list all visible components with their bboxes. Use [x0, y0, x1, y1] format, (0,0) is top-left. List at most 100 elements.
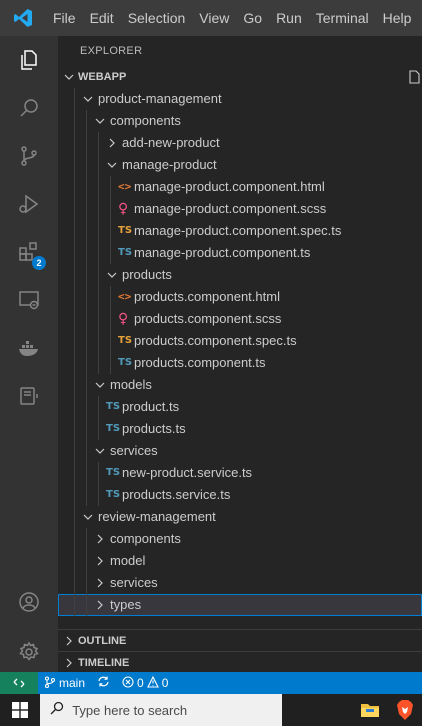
menu-help[interactable]: Help — [376, 0, 419, 36]
chevron-down-icon[interactable] — [92, 440, 108, 462]
menu-terminal[interactable]: Terminal — [309, 0, 376, 36]
taskbar-search[interactable] — [40, 694, 283, 726]
indent-guide — [110, 220, 111, 242]
folder-item[interactable]: products — [58, 264, 422, 286]
windows-taskbar — [0, 694, 422, 726]
chevron-right-icon[interactable] — [104, 132, 120, 154]
indent-guide — [86, 462, 87, 484]
indent-guide — [86, 550, 87, 572]
extensions-icon[interactable]: 2 — [0, 228, 58, 276]
folder-item[interactable]: models — [58, 374, 422, 396]
indent-guide — [110, 330, 111, 352]
indent-guide — [98, 132, 99, 154]
indent-guide — [98, 418, 99, 440]
accounts-icon[interactable] — [0, 578, 58, 626]
menu-selection[interactable]: Selection — [121, 0, 193, 36]
new-file-icon[interactable] — [408, 70, 422, 84]
folder-item[interactable]: services — [58, 572, 422, 594]
chevron-right-icon[interactable] — [92, 572, 108, 594]
branch-indicator[interactable]: main — [38, 672, 91, 694]
file-item[interactable]: TS new-product.service.ts — [58, 462, 422, 484]
indent-guide — [74, 528, 75, 550]
warning-count: 0 — [161, 676, 169, 690]
brave-browser-taskbar-icon[interactable] — [387, 694, 422, 726]
file-item[interactable]: TS manage-product.component.ts — [58, 242, 422, 264]
run-debug-icon[interactable] — [0, 180, 58, 228]
tree-item-label: product.ts — [122, 399, 180, 414]
workspace-name: WEBAPP — [78, 71, 127, 83]
folder-item[interactable]: product-management — [58, 88, 422, 110]
folder-item[interactable]: manage-product — [58, 154, 422, 176]
indent-guide — [86, 286, 87, 308]
indent-guide — [74, 462, 75, 484]
taskbar-search-input[interactable] — [72, 702, 283, 718]
workspace-header[interactable]: WEBAPP — [58, 66, 422, 88]
problems-indicator[interactable]: 0 0 — [116, 672, 174, 694]
indent-guide — [74, 418, 75, 440]
folder-item[interactable]: services — [58, 440, 422, 462]
indent-guide — [110, 198, 111, 220]
folder-item[interactable]: review-management — [58, 506, 422, 528]
spec-file-icon: TS — [118, 335, 133, 346]
menu-run[interactable]: Run — [269, 0, 309, 36]
chevron-down-icon[interactable] — [80, 88, 96, 110]
tree-item-label: products.service.ts — [122, 487, 231, 502]
file-item[interactable]: <> products.component.html — [58, 286, 422, 308]
tree-item-label: components — [110, 531, 181, 546]
menu-file[interactable]: File — [46, 0, 83, 36]
outline-section-header[interactable]: OUTLINE — [58, 629, 422, 651]
indent-guide — [74, 440, 75, 462]
tree-item-label: product-management — [98, 91, 222, 106]
ts-file-icon: TS — [118, 247, 133, 258]
menu-view[interactable]: View — [192, 0, 236, 36]
indent-guide — [86, 132, 87, 154]
menu-go[interactable]: Go — [236, 0, 269, 36]
remote-indicator[interactable] — [0, 672, 38, 694]
explorer-icon[interactable] — [0, 36, 58, 84]
docker-icon[interactable] — [0, 324, 58, 372]
folder-item[interactable]: model — [58, 550, 422, 572]
folder-item[interactable]: components — [58, 528, 422, 550]
source-control-icon[interactable] — [0, 132, 58, 180]
indent-guide — [74, 550, 75, 572]
notes-icon[interactable] — [0, 372, 58, 420]
chevron-down-icon[interactable] — [104, 264, 120, 286]
chevron-down-icon[interactable] — [80, 506, 96, 528]
file-item[interactable]: ♀ manage-product.component.scss — [58, 198, 422, 220]
tree-item-label: manage-product.component.scss — [134, 201, 327, 216]
chevron-down-icon — [62, 66, 76, 88]
file-item[interactable]: ♀ products.component.scss — [58, 308, 422, 330]
file-explorer-taskbar-icon[interactable] — [352, 694, 387, 726]
folder-item[interactable]: add-new-product — [58, 132, 422, 154]
tree-item-label: products.component.html — [134, 289, 280, 304]
file-item[interactable]: TS products.service.ts — [58, 484, 422, 506]
sync-button[interactable] — [91, 672, 116, 694]
chevron-right-icon[interactable] — [92, 550, 108, 572]
settings-gear-icon[interactable] — [0, 628, 58, 676]
indent-guide — [74, 572, 75, 594]
file-item[interactable]: TS products.component.ts — [58, 352, 422, 374]
windows-start-icon[interactable] — [0, 694, 40, 726]
menu-edit[interactable]: Edit — [83, 0, 121, 36]
chevron-down-icon[interactable] — [92, 374, 108, 396]
search-icon[interactable] — [0, 84, 58, 132]
indent-guide — [86, 572, 87, 594]
timeline-section-header[interactable]: TIMELINE — [58, 651, 422, 672]
file-item[interactable]: TS product.ts — [58, 396, 422, 418]
chevron-down-icon[interactable] — [104, 154, 120, 176]
tree-item-label: types — [110, 597, 142, 612]
file-item[interactable]: TS manage-product.component.spec.ts — [58, 220, 422, 242]
file-item[interactable]: <> manage-product.component.html — [58, 176, 422, 198]
remote-explorer-icon[interactable] — [0, 276, 58, 324]
chevron-right-icon[interactable] — [92, 528, 108, 550]
file-item[interactable]: TS products.ts — [58, 418, 422, 440]
folder-item[interactable]: types — [58, 594, 422, 616]
indent-guide — [98, 352, 99, 374]
folder-item[interactable]: components — [58, 110, 422, 132]
file-item[interactable]: TS products.component.spec.ts — [58, 330, 422, 352]
tree-item-label: products.component.ts — [134, 355, 266, 370]
error-icon — [122, 675, 134, 691]
chevron-right-icon[interactable] — [92, 594, 108, 616]
chevron-down-icon[interactable] — [92, 110, 108, 132]
indent-guide — [86, 110, 87, 132]
